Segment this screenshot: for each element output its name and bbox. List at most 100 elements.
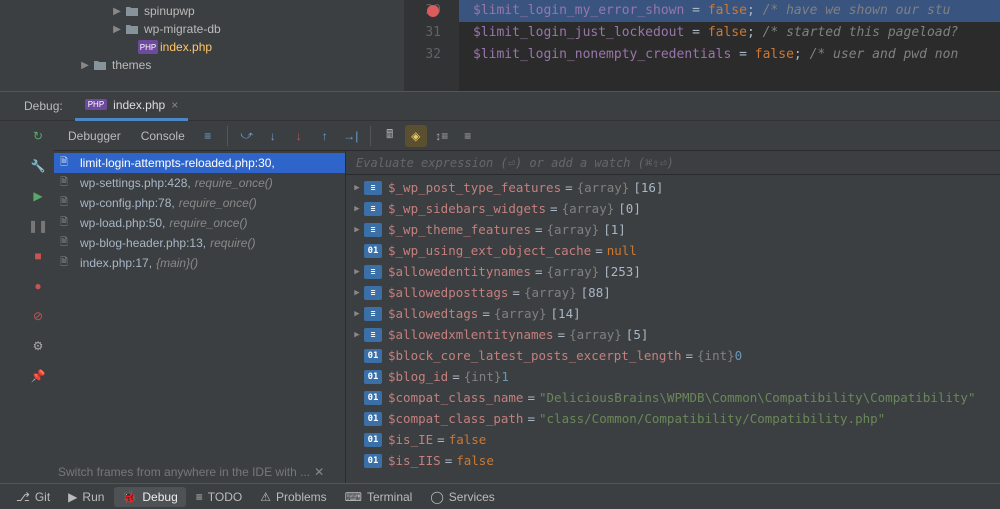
mute-breakpoints-icon[interactable]: ⊘ [27, 305, 49, 327]
watch-expression-input[interactable]: Evaluate expression (⏎) or add a watch (… [346, 151, 1000, 175]
variable-row[interactable]: 01$_wp_using_ext_object_cache = null [346, 240, 1000, 261]
force-step-into-icon[interactable]: ↓ [288, 125, 310, 147]
variable-row[interactable]: ▶≡$allowedxmlentitynames = {array} [5] [346, 324, 1000, 345]
frame-icon: 🗎 [60, 215, 76, 232]
terminal-tool-button[interactable]: ⌨Terminal [337, 487, 421, 507]
variable-value: false [449, 432, 487, 447]
variable-row[interactable]: ▶≡$allowedposttags = {array} [88] [346, 282, 1000, 303]
debug-session-tab[interactable]: PHP index.php × [75, 91, 189, 121]
variable-row[interactable]: ▶≡$allowedtags = {array} [14] [346, 303, 1000, 324]
expand-arrow-icon[interactable]: ▶ [350, 204, 364, 214]
stack-frame[interactable]: 🗎wp-config.php:78, require_once() [54, 193, 345, 213]
array-badge-icon: ≡ [364, 202, 382, 216]
variable-type: {int} [464, 369, 502, 384]
stack-frame[interactable]: 🗎limit-login-attempts-reloaded.php:30, [54, 153, 345, 173]
code-editor[interactable]: 303132 $limit_login_my_error_shown = fal… [404, 0, 1000, 91]
frame-function: require_once() [179, 196, 257, 210]
trace-icon[interactable]: ◈ [405, 125, 427, 147]
variable-name: $allowedxmlentitynames [388, 327, 554, 342]
variable-count: [253] [603, 264, 641, 279]
code-line[interactable]: $limit_login_just_lockedout = false; /* … [459, 22, 1000, 44]
project-tree-item[interactable]: PHPindex.php [0, 38, 404, 56]
project-tree-item[interactable]: ▶ themes [0, 56, 404, 74]
debug-tool-button[interactable]: 🐞Debug [114, 487, 185, 507]
variable-name: $allowedtags [388, 306, 478, 321]
expand-arrow-icon[interactable]: ▶ [350, 183, 364, 193]
frames-pane[interactable]: 🗎limit-login-attempts-reloaded.php:30,🗎w… [54, 151, 346, 483]
variables-pane[interactable]: Evaluate expression (⏎) or add a watch (… [346, 151, 1000, 483]
expand-arrow-icon[interactable]: ▶ [350, 309, 364, 319]
todo-tool-button[interactable]: ≡TODO [188, 487, 250, 507]
chevron-icon[interactable]: ▶ [110, 24, 124, 35]
frame-function: require_once() [195, 176, 273, 190]
variable-name: $is_IIS [388, 453, 441, 468]
sort-icon[interactable]: ↕≡ [431, 125, 453, 147]
chevron-icon[interactable]: ▶ [78, 60, 92, 71]
step-out-icon[interactable]: ↑ [314, 125, 336, 147]
modify-run-config-icon[interactable]: 🔧 [27, 155, 49, 177]
threads-icon[interactable]: ≡ [197, 125, 219, 147]
variable-value: null [607, 243, 637, 258]
breakpoint-icon[interactable] [427, 5, 439, 17]
gutter-line-number[interactable]: 32 [404, 44, 441, 66]
variable-row[interactable]: 01$compat_class_path = "class/Common/Com… [346, 408, 1000, 429]
debug-side-toolbar: ↻ 🔧 ▶ ❚❚ ■ ● ⊘ ⚙ 📌 [22, 121, 54, 483]
filter-icon[interactable]: ≡ [457, 125, 479, 147]
frame-icon: 🗎 [60, 175, 76, 192]
services-tool-button[interactable]: ◯Services [422, 487, 502, 507]
project-tree[interactable]: ▶spinupwp▶wp-migrate-dbPHPindex.php ▶ them… [0, 0, 404, 91]
pause-icon[interactable]: ❚❚ [27, 215, 49, 237]
branch-icon: ⎇ [16, 490, 30, 504]
run-to-cursor-icon[interactable]: →| [340, 125, 362, 147]
debugger-tab[interactable]: Debugger [60, 126, 129, 146]
step-over-icon[interactable]: ⤻ [236, 125, 258, 147]
close-icon[interactable]: × [171, 98, 178, 112]
expand-arrow-icon[interactable]: ▶ [350, 267, 364, 277]
variable-row[interactable]: ▶≡$_wp_theme_features = {array} [1] [346, 219, 1000, 240]
resume-icon[interactable]: ▶ [27, 185, 49, 207]
folder-icon [124, 22, 140, 36]
variable-value: 1 [501, 369, 509, 384]
run-tool-button[interactable]: ▶Run [60, 487, 112, 507]
console-tab[interactable]: Console [133, 126, 193, 146]
variable-row[interactable]: 01$is_IIS = false [346, 450, 1000, 471]
view-breakpoints-icon[interactable]: ● [27, 275, 49, 297]
status-hint: Switch frames from anywhere in the IDE w… [58, 465, 324, 479]
variable-row[interactable]: 01$block_core_latest_posts_excerpt_lengt… [346, 345, 1000, 366]
problems-tool-button[interactable]: ⚠Problems [252, 487, 334, 507]
settings-icon[interactable]: ⚙ [27, 335, 49, 357]
expand-arrow-icon[interactable]: ▶ [350, 288, 364, 298]
gutter-line-number[interactable]: 30 [404, 0, 441, 22]
stop-icon[interactable]: ■ [27, 245, 49, 267]
project-tree-item[interactable]: ▶wp-migrate-db [0, 20, 404, 38]
variable-row[interactable]: ▶≡$allowedentitynames = {array} [253] [346, 261, 1000, 282]
frame-icon: 🗎 [60, 195, 76, 212]
chevron-icon[interactable]: ▶ [110, 6, 124, 17]
rerun-icon[interactable]: ↻ [27, 125, 49, 147]
frame-function: require_once() [169, 216, 247, 230]
variable-row[interactable]: ▶≡$_wp_sidebars_widgets = {array} [0] [346, 198, 1000, 219]
stack-frame[interactable]: 🗎wp-settings.php:428, require_once() [54, 173, 345, 193]
evaluate-expression-icon[interactable]: 🖩 [379, 125, 401, 147]
git-tool-button[interactable]: ⎇Git [8, 487, 58, 507]
variable-row[interactable]: 01$blog_id = {int} 1 [346, 366, 1000, 387]
gutter-line-number[interactable]: 31 [404, 22, 441, 44]
tree-item-label: themes [112, 58, 151, 72]
variable-row[interactable]: ▶≡$_wp_post_type_features = {array} [16] [346, 177, 1000, 198]
variable-type: {int} [697, 348, 735, 363]
code-line[interactable]: $limit_login_my_error_shown = false; /* … [459, 0, 1000, 22]
stack-frame[interactable]: 🗎wp-blog-header.php:13, require() [54, 233, 345, 253]
stack-frame[interactable]: 🗎wp-load.php:50, require_once() [54, 213, 345, 233]
code-line[interactable]: $limit_login_nonempty_credentials = fals… [459, 44, 1000, 66]
stack-frame[interactable]: 🗎index.php:17, {main}() [54, 253, 345, 273]
expand-arrow-icon[interactable]: ▶ [350, 330, 364, 340]
variable-name: $compat_class_path [388, 411, 523, 426]
expand-arrow-icon[interactable]: ▶ [350, 225, 364, 235]
step-into-icon[interactable]: ↓ [262, 125, 284, 147]
project-tree-item[interactable]: ▶spinupwp [0, 2, 404, 20]
separator [370, 126, 371, 146]
variable-name: $_wp_post_type_features [388, 180, 561, 195]
variable-row[interactable]: 01$is_IE = false [346, 429, 1000, 450]
pin-icon[interactable]: 📌 [27, 365, 49, 387]
variable-row[interactable]: 01$compat_class_name = "DeliciousBrains\… [346, 387, 1000, 408]
